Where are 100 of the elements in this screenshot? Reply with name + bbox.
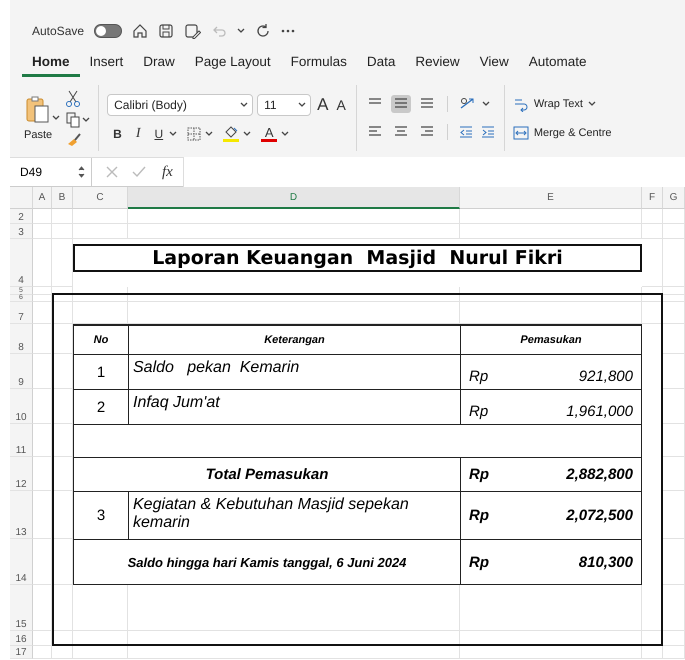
grid-cell[interactable] (128, 224, 460, 239)
grid-cell[interactable] (663, 457, 685, 491)
grid-cell[interactable] (33, 324, 52, 354)
grid-cell[interactable] (33, 389, 52, 424)
row-header[interactable]: 15 (10, 585, 33, 631)
grid-cell[interactable] (663, 631, 685, 646)
redo-icon[interactable] (255, 23, 272, 39)
grid-cell[interactable] (128, 646, 460, 659)
grid-cell[interactable] (663, 491, 685, 539)
column-header[interactable]: A (33, 187, 52, 209)
autosave-toggle[interactable] (94, 24, 122, 38)
select-all-corner[interactable] (10, 187, 33, 209)
borders-icon[interactable] (187, 127, 202, 141)
insert-function-button[interactable]: fx (156, 164, 179, 180)
grid-cell[interactable] (460, 646, 642, 659)
grid-cell[interactable] (663, 585, 685, 631)
grid-cell[interactable] (663, 295, 685, 302)
grid-cell[interactable] (33, 302, 52, 324)
grid-cell[interactable] (52, 295, 73, 302)
copy-caret-icon[interactable] (82, 117, 90, 123)
grid-cell[interactable] (33, 424, 52, 457)
row-header[interactable]: 9 (10, 354, 33, 389)
ribbon-tab[interactable]: Formulas (280, 52, 357, 77)
grid-cell[interactable] (33, 539, 52, 585)
copy-icon[interactable] (66, 112, 80, 128)
column-header[interactable]: E (460, 187, 642, 209)
grid-cell[interactable] (460, 295, 642, 302)
undo-caret-icon[interactable] (237, 28, 246, 34)
grid-cell[interactable] (642, 209, 663, 224)
shrink-font-button[interactable]: A (334, 97, 348, 113)
home-icon[interactable] (132, 23, 148, 39)
caret-icon[interactable] (281, 131, 290, 137)
paste-button[interactable]: Paste (24, 95, 52, 141)
middle-align-button[interactable] (390, 95, 411, 113)
grid-cell[interactable] (33, 239, 52, 287)
grid-cell[interactable] (33, 646, 52, 659)
row-header[interactable]: 4 (10, 239, 33, 287)
grid-cell[interactable] (52, 646, 73, 659)
grow-font-button[interactable]: A (315, 95, 330, 115)
more-icon[interactable] (281, 29, 296, 33)
row-header[interactable]: 2 (10, 209, 33, 224)
font-name-dropdown[interactable]: Calibri (Body) (107, 94, 254, 116)
caret-icon[interactable] (482, 101, 490, 107)
grid-cell[interactable] (663, 354, 685, 389)
fill-color-icon[interactable] (223, 126, 240, 142)
name-box[interactable]: D49 (10, 158, 92, 186)
ribbon-tab[interactable]: Review (405, 52, 470, 77)
caret-icon[interactable] (298, 102, 306, 108)
bold-button[interactable]: B (111, 127, 124, 141)
grid-cell[interactable] (33, 295, 52, 302)
grid-cell[interactable] (642, 646, 663, 659)
grid-cell[interactable] (663, 209, 685, 224)
grid-cell[interactable] (642, 224, 663, 239)
grid-cell[interactable] (33, 224, 52, 239)
column-header[interactable]: F (642, 187, 663, 209)
row-header[interactable]: 14 (10, 539, 33, 585)
grid-cell[interactable] (460, 224, 642, 239)
decrease-indent-icon[interactable] (458, 125, 474, 139)
caret-icon[interactable] (243, 131, 252, 137)
grid-cell[interactable] (663, 539, 685, 585)
caret-icon[interactable] (240, 102, 248, 108)
column-header[interactable]: C (73, 187, 128, 209)
ribbon-tab[interactable]: Insert (80, 52, 134, 77)
grid-cell[interactable] (663, 224, 685, 239)
row-header[interactable]: 17 (10, 646, 33, 659)
grid-cell[interactable] (52, 302, 73, 324)
grid-cell[interactable] (663, 324, 685, 354)
row-header[interactable]: 13 (10, 491, 33, 539)
grid-cell[interactable] (128, 209, 460, 224)
grid-cell[interactable] (52, 585, 73, 631)
row-header[interactable]: 12 (10, 457, 33, 491)
caret-icon[interactable] (169, 131, 178, 137)
ribbon-tab[interactable]: Draw (133, 52, 185, 77)
grid-cell[interactable] (73, 209, 128, 224)
italic-button[interactable]: I (134, 126, 142, 142)
increase-indent-icon[interactable] (480, 125, 496, 139)
grid-cell[interactable] (663, 424, 685, 457)
save-edit-icon[interactable] (184, 23, 202, 39)
ribbon-tab[interactable]: Automate (518, 52, 596, 77)
wrap-text-button[interactable]: Wrap Text (512, 96, 612, 112)
grid-cell[interactable] (663, 287, 685, 295)
grid-cell[interactable] (128, 295, 460, 302)
grid-cell[interactable] (663, 389, 685, 424)
grid-cell[interactable] (52, 209, 73, 224)
grid-cell[interactable] (33, 585, 52, 631)
scissors-icon[interactable] (66, 90, 80, 108)
row-header[interactable]: 11 (10, 424, 33, 457)
row-header[interactable]: 16 (10, 631, 33, 646)
grid-cell[interactable] (33, 631, 52, 646)
column-header[interactable]: G (663, 187, 685, 209)
grid-cell[interactable] (52, 224, 73, 239)
row-header[interactable]: 10 (10, 389, 33, 424)
ribbon-tab[interactable]: View (470, 52, 519, 77)
paste-caret-icon[interactable] (52, 115, 60, 121)
cancel-icon[interactable] (106, 166, 118, 178)
brush-icon[interactable] (66, 132, 82, 146)
font-size-dropdown[interactable]: 11 (257, 94, 312, 116)
grid-cell[interactable] (33, 491, 52, 539)
column-header[interactable]: B (52, 187, 73, 209)
caret-icon[interactable] (205, 131, 214, 137)
